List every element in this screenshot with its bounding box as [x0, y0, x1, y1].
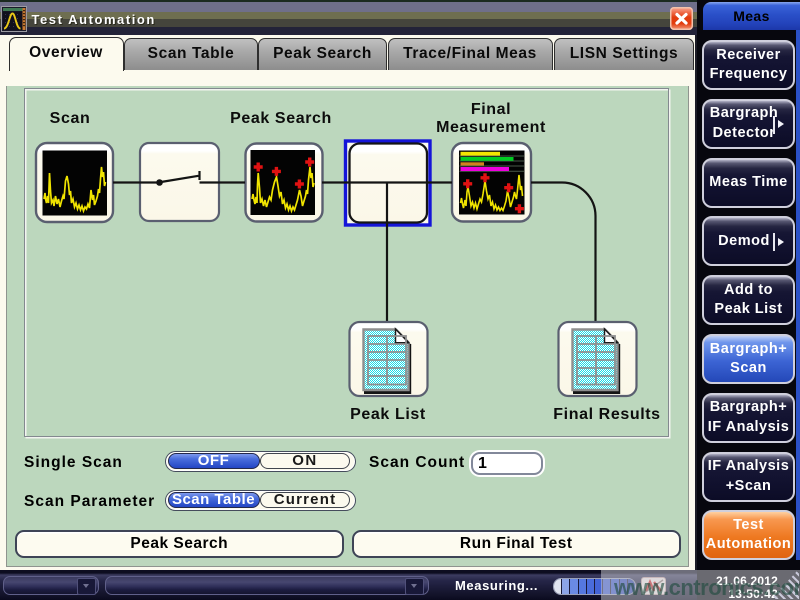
svg-text:Final: Final — [471, 101, 511, 118]
svg-text:Peak List: Peak List — [350, 406, 426, 423]
svg-text:Scan: Scan — [50, 110, 91, 127]
svg-text:Peak Search: Peak Search — [230, 110, 332, 127]
svg-text:Final Results: Final Results — [553, 406, 660, 423]
svg-text:Measurement: Measurement — [436, 119, 546, 136]
